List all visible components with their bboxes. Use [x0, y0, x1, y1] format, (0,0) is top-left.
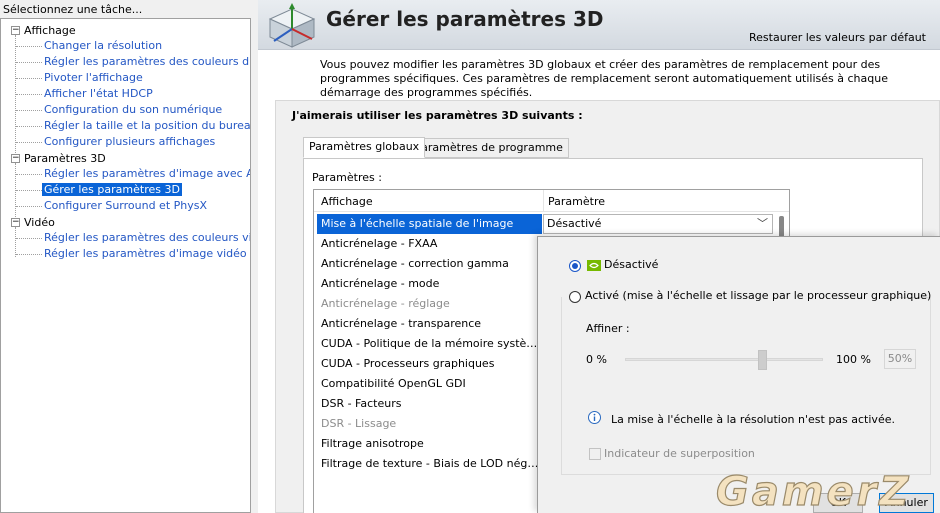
tree-item-label: Afficher l'état HDCP — [44, 87, 153, 100]
radio-active[interactable] — [569, 291, 581, 303]
tree-item-label: Configuration du son numérique — [44, 103, 223, 116]
restore-defaults-link[interactable]: Restaurer les valeurs par défaut — [749, 31, 926, 44]
setting-value-dropdown[interactable]: Désactivé ﹀ — [543, 214, 773, 234]
tree-item-label: Régler la taille et la position du burea… — [44, 119, 251, 132]
setting-name: DSR - Facteurs — [321, 397, 402, 410]
radio-desactive[interactable] — [569, 260, 581, 272]
tree-item-couleurs-video[interactable]: Régler les paramètres des couleurs vidéo — [44, 230, 251, 246]
setting-name: Anticrénelage - transparence — [321, 317, 482, 330]
tree-item-label: Pivoter l'affichage — [44, 71, 143, 84]
gamerz-watermark: GamerZ — [715, 468, 911, 513]
sharpen-value-field[interactable]: 50% — [884, 349, 916, 369]
3d-settings-icon — [268, 3, 316, 48]
collapse-icon[interactable]: − — [11, 217, 20, 227]
tree-item-gerer-parametres-3d[interactable]: Gérer les paramètres 3D — [42, 182, 182, 198]
overlay-indicator-label: Indicateur de superposition — [604, 447, 755, 460]
sharpen-slider-thumb[interactable] — [757, 350, 767, 370]
tree-category-label: Vidéo — [24, 216, 55, 229]
tree-item-label: Régler les paramètres des couleurs du bu… — [44, 55, 250, 68]
radio-active-label[interactable]: Activé (mise à l'échelle et lissage par … — [585, 289, 931, 302]
chevron-down-icon: ﹀ — [757, 217, 768, 230]
tree-item-image-video[interactable]: Régler les paramètres d'image vidéo — [44, 246, 247, 262]
tree-item-pivoter-affichage[interactable]: Pivoter l'affichage — [44, 70, 143, 86]
table-header: Affichage Paramètre — [314, 190, 789, 212]
overlay-indicator-checkbox[interactable] — [589, 448, 601, 460]
setting-name: CUDA - Processeurs graphiques — [321, 357, 495, 370]
slider-max-label: 100 % — [836, 353, 871, 366]
info-icon — [588, 411, 601, 424]
tree-category-affichage[interactable]: − Affichage — [11, 23, 76, 39]
svg-text:GamerZ: GamerZ — [716, 469, 911, 513]
setting-name: Mise à l'échelle spatiale de l'image — [317, 214, 542, 234]
collapse-icon[interactable]: − — [11, 153, 20, 163]
tree-item-label: Configurer plusieurs affichages — [44, 135, 216, 148]
slider-min-label: 0 % — [586, 353, 607, 366]
page-title: Gérer les paramètres 3D — [326, 7, 604, 31]
setting-name: Anticrénelage - réglage — [321, 297, 450, 310]
collapse-icon[interactable]: − — [11, 25, 20, 35]
tree-category-label: Paramètres 3D — [24, 152, 106, 165]
tree-item-surround-physx[interactable]: Configurer Surround et PhysX — [44, 198, 207, 214]
tree-item-label: Régler les paramètres des couleurs vidéo — [44, 231, 251, 244]
scaling-options-popup: Désactivé Activé (mise à l'échelle et li… — [537, 236, 940, 513]
dropdown-value: Désactivé — [547, 217, 602, 230]
tree-item-plusieurs-affichages[interactable]: Configurer plusieurs affichages — [44, 134, 215, 150]
page-header: Gérer les paramètres 3D Restaurer les va… — [258, 0, 940, 50]
tree-item-label: Changer la résolution — [44, 39, 163, 52]
info-message: La mise à l'échelle à la résolution n'es… — [611, 413, 895, 426]
page-description: Vous pouvez modifier les paramètres 3D g… — [320, 58, 888, 99]
tree-item-label: Régler les paramètres d'image vidéo — [44, 247, 247, 260]
sharpen-label: Affiner : — [586, 322, 630, 335]
tree-category-label: Affichage — [24, 24, 76, 37]
tree-category-video[interactable]: − Vidéo — [11, 215, 55, 231]
params-label: Paramètres : — [312, 171, 382, 184]
tree-item-changer-resolution[interactable]: Changer la résolution — [44, 38, 162, 54]
tree-item-image-apercu[interactable]: Régler les paramètres d'image avec Aperç… — [44, 166, 250, 182]
tree-item-label: Configurer Surround et PhysX — [44, 199, 208, 212]
task-tree: − Affichage Changer la résolution Régler … — [0, 18, 251, 513]
tree-item-taille-position[interactable]: Régler la taille et la position du burea… — [44, 118, 251, 134]
sharpen-slider-track[interactable] — [625, 358, 823, 361]
column-header-affichage[interactable]: Affichage — [321, 195, 373, 208]
setting-name: CUDA - Politique de la mémoire système d… — [321, 337, 539, 350]
setting-name: DSR - Lissage — [321, 417, 397, 430]
setting-name: Anticrénelage - mode — [321, 277, 440, 290]
tree-item-label: Gérer les paramètres 3D — [42, 183, 182, 196]
tree-item-label: Régler les paramètres d'image avec Aperç… — [44, 167, 250, 180]
tree-category-parametres-3d[interactable]: − Paramètres 3D — [11, 151, 106, 167]
tree-item-son-numerique[interactable]: Configuration du son numérique — [44, 102, 222, 118]
task-pane-title: Sélectionnez une tâche... — [3, 3, 143, 16]
tree-item-couleurs-bureau[interactable]: Régler les paramètres des couleurs du bu… — [44, 54, 250, 70]
settings-group-title: J'aimerais utiliser les paramètres 3D su… — [292, 109, 583, 122]
setting-name: Filtrage de texture - Biais de LOD négat… — [321, 457, 539, 470]
table-row[interactable]: Mise à l'échelle spatiale de l'image Dés… — [314, 214, 777, 234]
setting-name: Anticrénelage - FXAA — [321, 237, 438, 250]
tab-parametres-globaux[interactable]: Paramètres globaux — [303, 137, 426, 158]
setting-name: Anticrénelage - correction gamma — [321, 257, 509, 270]
task-pane: Sélectionnez une tâche... − Affichage Cha… — [0, 0, 253, 513]
tree-item-etat-hdcp[interactable]: Afficher l'état HDCP — [44, 86, 153, 102]
setting-name: Filtrage anisotrope — [321, 437, 424, 450]
radio-desactive-label[interactable]: Désactivé — [604, 258, 658, 271]
setting-name: Compatibilité OpenGL GDI — [321, 377, 466, 390]
nvidia-logo-icon — [587, 260, 601, 271]
column-header-parametre[interactable]: Paramètre — [548, 195, 605, 208]
tab-parametres-programme[interactable]: Paramètres de programme — [409, 138, 569, 158]
